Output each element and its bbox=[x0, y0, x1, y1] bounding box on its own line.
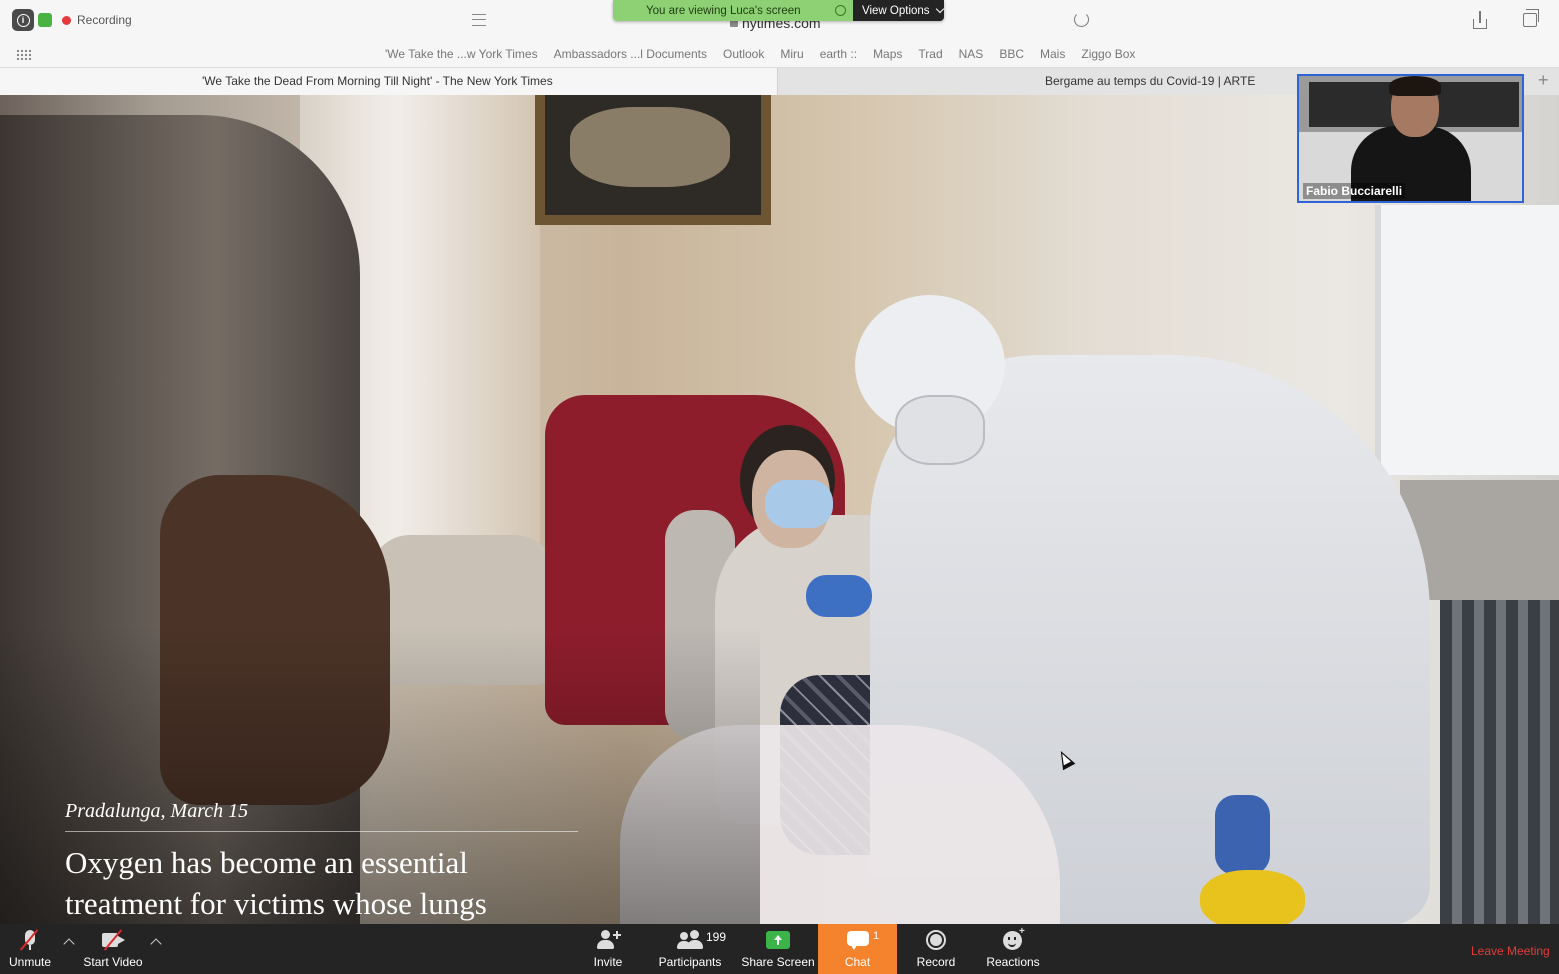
bookmark-item[interactable]: BBC bbox=[999, 47, 1024, 61]
video-off-icon bbox=[100, 929, 126, 951]
viewing-screen-banner: You are viewing Luca's screen View Optio… bbox=[613, 0, 944, 21]
record-button[interactable]: Record bbox=[915, 924, 957, 974]
recording-indicator: i Recording bbox=[12, 9, 132, 31]
status-circle-icon bbox=[835, 5, 846, 16]
share-screen-button[interactable]: Share Screen bbox=[741, 924, 815, 974]
bookmark-item[interactable]: Mais bbox=[1040, 47, 1065, 61]
meeting-info-icon[interactable]: i bbox=[12, 9, 34, 31]
bookmark-item[interactable]: Trad bbox=[918, 47, 942, 61]
start-video-label: Start Video bbox=[83, 955, 143, 969]
bookmark-item[interactable]: Ziggo Box bbox=[1081, 47, 1135, 61]
bookmark-item[interactable]: Maps bbox=[873, 47, 902, 61]
share-screen-label: Share Screen bbox=[741, 955, 815, 969]
unmute-label: Unmute bbox=[8, 955, 52, 969]
microphone-muted-icon bbox=[17, 929, 43, 951]
add-person-icon bbox=[595, 929, 621, 951]
bookmark-list: 'We Take the ...w York Times Ambassadors… bbox=[385, 47, 1135, 61]
view-options-button[interactable]: View Options bbox=[853, 0, 944, 21]
share-screen-icon bbox=[765, 929, 791, 951]
meeting-controls-bar: Unmute Start Video Invite Participants 1… bbox=[0, 924, 1559, 974]
participants-count: 199 bbox=[706, 930, 727, 944]
photo-caption: Pradalunga, March 15 Oxygen has become a… bbox=[65, 800, 585, 924]
bookmark-item[interactable]: 'We Take the ...w York Times bbox=[385, 47, 538, 61]
tab-label: 'We Take the Dead From Morning Till Nigh… bbox=[202, 74, 553, 88]
view-options-label: View Options bbox=[862, 4, 930, 17]
viewing-message-text: You are viewing Luca's screen bbox=[646, 4, 801, 17]
bookmark-item[interactable]: Ambassadors ...l Documents bbox=[554, 47, 707, 61]
invite-label: Invite bbox=[593, 955, 623, 969]
record-icon bbox=[923, 929, 949, 951]
start-video-button[interactable]: Start Video bbox=[83, 924, 143, 974]
bookmark-item[interactable]: Outlook bbox=[723, 47, 764, 61]
tab-arte[interactable]: Bergame au temps du Covid-19 | ARTE bbox=[1045, 74, 1255, 88]
new-tab-icon[interactable]: + bbox=[1538, 70, 1549, 91]
lock-icon bbox=[730, 20, 738, 27]
chat-bubble-icon bbox=[845, 929, 871, 951]
wall-painting bbox=[535, 95, 771, 225]
reload-icon[interactable] bbox=[1074, 12, 1089, 27]
record-label: Record bbox=[916, 955, 956, 969]
chat-unread-badge: 1 bbox=[873, 930, 880, 942]
participants-label: Participants bbox=[658, 955, 722, 969]
tab-overview-icon[interactable] bbox=[1523, 9, 1539, 27]
participant-name: Fabio Bucciarelli bbox=[1303, 183, 1406, 199]
apps-grid-icon[interactable] bbox=[16, 49, 32, 60]
caption-text: Oxygen has become an essential treatment… bbox=[65, 845, 487, 921]
reactions-label: Reactions bbox=[986, 955, 1040, 969]
bookmark-item[interactable]: Miru bbox=[780, 47, 803, 61]
unmute-button[interactable]: Unmute bbox=[8, 924, 52, 974]
bookmarks-bar: 'We Take the ...w York Times Ambassadors… bbox=[0, 41, 1559, 68]
participant-video-tile[interactable]: Fabio Bucciarelli bbox=[1297, 74, 1524, 203]
bookmark-item[interactable]: earth :: bbox=[820, 47, 857, 61]
viewing-message: You are viewing Luca's screen bbox=[613, 0, 853, 21]
leave-meeting-button[interactable]: Leave Meeting bbox=[1471, 944, 1550, 958]
invite-button[interactable]: Invite bbox=[590, 924, 626, 974]
smiley-plus-icon: + bbox=[1000, 926, 1026, 951]
zoom-shared-screen-window: i Recording nytimes.com You are viewing … bbox=[0, 0, 1559, 974]
reactions-button[interactable]: + Reactions bbox=[986, 924, 1040, 974]
chat-label: Chat bbox=[844, 955, 871, 969]
chevron-down-icon bbox=[935, 4, 944, 14]
caption-location: Pradalunga, March 15 bbox=[65, 800, 578, 832]
video-options-caret-icon[interactable] bbox=[150, 938, 162, 950]
audio-options-caret-icon[interactable] bbox=[63, 938, 75, 950]
bookmark-item[interactable]: NAS bbox=[959, 47, 984, 61]
tab-nytimes[interactable]: 'We Take the Dead From Morning Till Nigh… bbox=[0, 68, 778, 95]
participants-icon bbox=[677, 929, 703, 951]
encryption-shield-icon[interactable] bbox=[38, 13, 52, 27]
chat-button[interactable]: Chat bbox=[818, 924, 897, 974]
recording-label: Recording bbox=[77, 13, 132, 27]
share-icon[interactable] bbox=[1472, 11, 1488, 29]
reader-view-icon[interactable] bbox=[472, 14, 486, 26]
recording-dot-icon bbox=[62, 15, 71, 25]
